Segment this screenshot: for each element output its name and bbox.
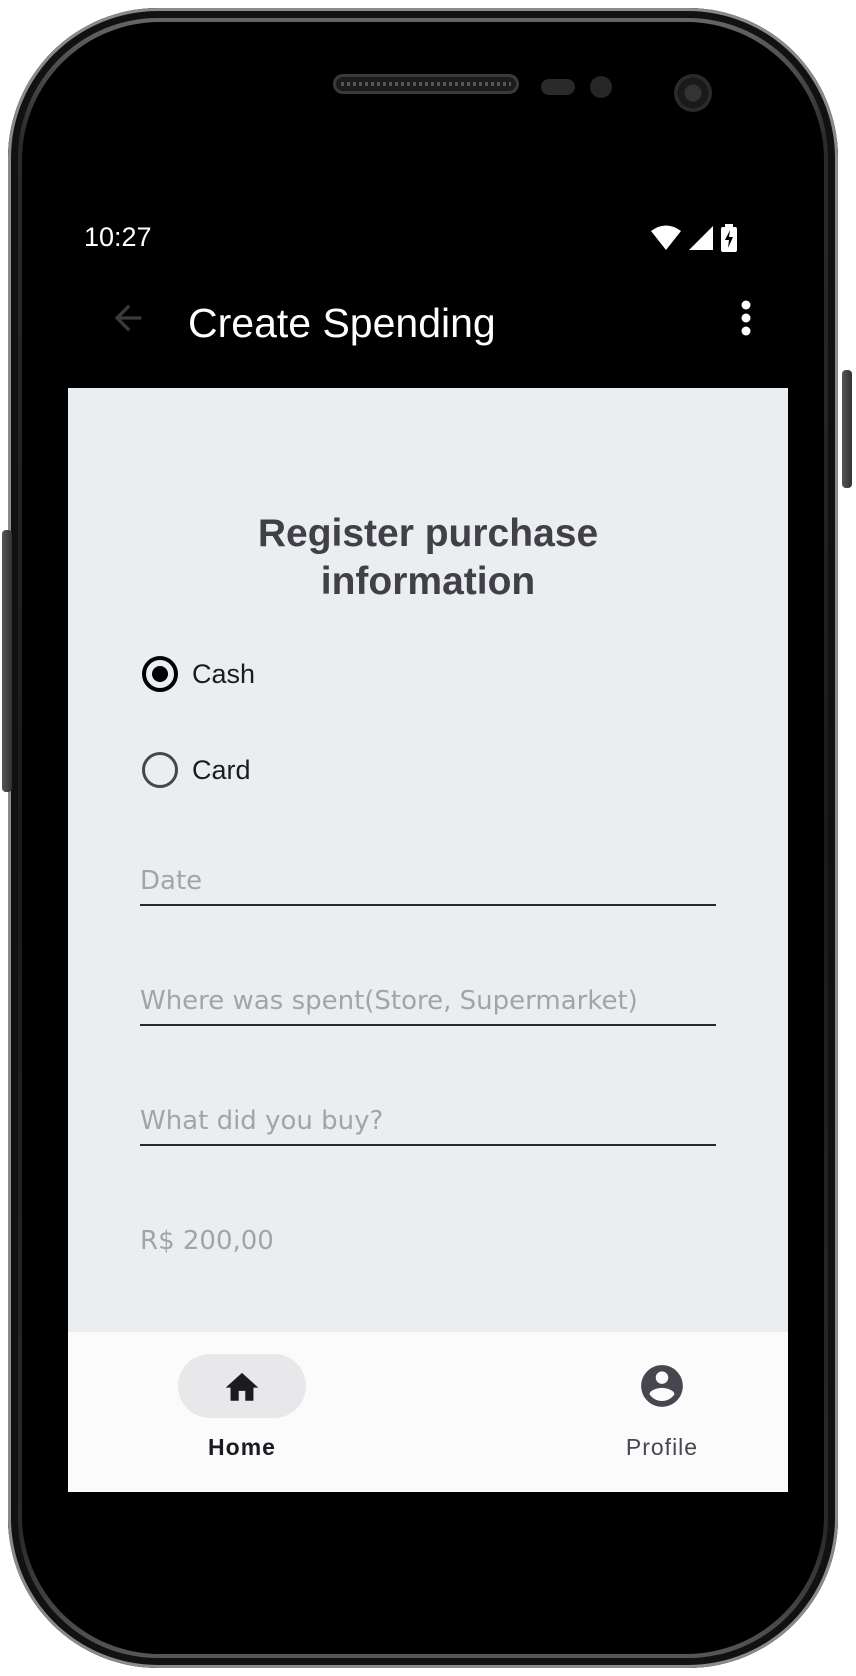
radio-button-card[interactable]: [142, 752, 178, 788]
top-app-bar: Create Spending: [68, 262, 788, 388]
nav-label-profile: Profile: [625, 1434, 699, 1460]
status-bar: 10:27: [68, 212, 788, 262]
wifi-icon: [650, 225, 682, 256]
nav-item-profile[interactable]: Profile: [572, 1354, 752, 1474]
page-title: Create Spending: [188, 300, 496, 346]
radio-option-card[interactable]: Card: [142, 752, 251, 788]
radio-button-cash[interactable]: [142, 656, 178, 692]
form-heading-line2: information: [320, 560, 536, 603]
date-field: [140, 842, 716, 906]
amount-field: [140, 1202, 716, 1264]
status-icons: [650, 224, 738, 257]
where-field: [140, 962, 716, 1026]
battery-charging-icon: [720, 224, 738, 257]
date-input[interactable]: [140, 866, 716, 896]
radio-option-cash[interactable]: Cash: [142, 656, 255, 692]
power-button: [842, 370, 852, 488]
form-heading: Register purchase information: [68, 510, 788, 606]
arrow-back-icon: [108, 298, 148, 343]
status-time: 10:27: [84, 222, 152, 252]
form-heading-line1: Register purchase: [257, 512, 599, 555]
more-options-button[interactable]: [726, 290, 766, 350]
what-field: [140, 1082, 716, 1146]
what-bought-input[interactable]: [140, 1106, 716, 1136]
volume-button: [2, 530, 12, 792]
amount-input[interactable]: [140, 1226, 716, 1256]
app-screen: 10:27 Create Spending Register purchase …: [68, 212, 788, 1492]
radio-label-card: Card: [192, 754, 251, 785]
earpiece-speaker: [333, 74, 519, 94]
front-camera: [674, 74, 712, 112]
account-circle-icon: [636, 1362, 688, 1410]
bottom-navigation: Home Profile: [68, 1332, 788, 1492]
signal-icon: [688, 225, 714, 256]
nav-label-home: Home: [208, 1434, 276, 1460]
home-icon: [216, 1362, 268, 1410]
proximity-sensor: [541, 79, 575, 95]
more-vert-icon: [740, 300, 752, 341]
form-content: Register purchase information Cash Card: [68, 388, 788, 1332]
back-button[interactable]: [98, 290, 158, 350]
radio-label-cash: Cash: [192, 658, 256, 689]
where-spent-input[interactable]: [140, 986, 716, 1016]
light-sensor: [590, 76, 612, 98]
nav-item-home[interactable]: Home: [152, 1354, 332, 1474]
